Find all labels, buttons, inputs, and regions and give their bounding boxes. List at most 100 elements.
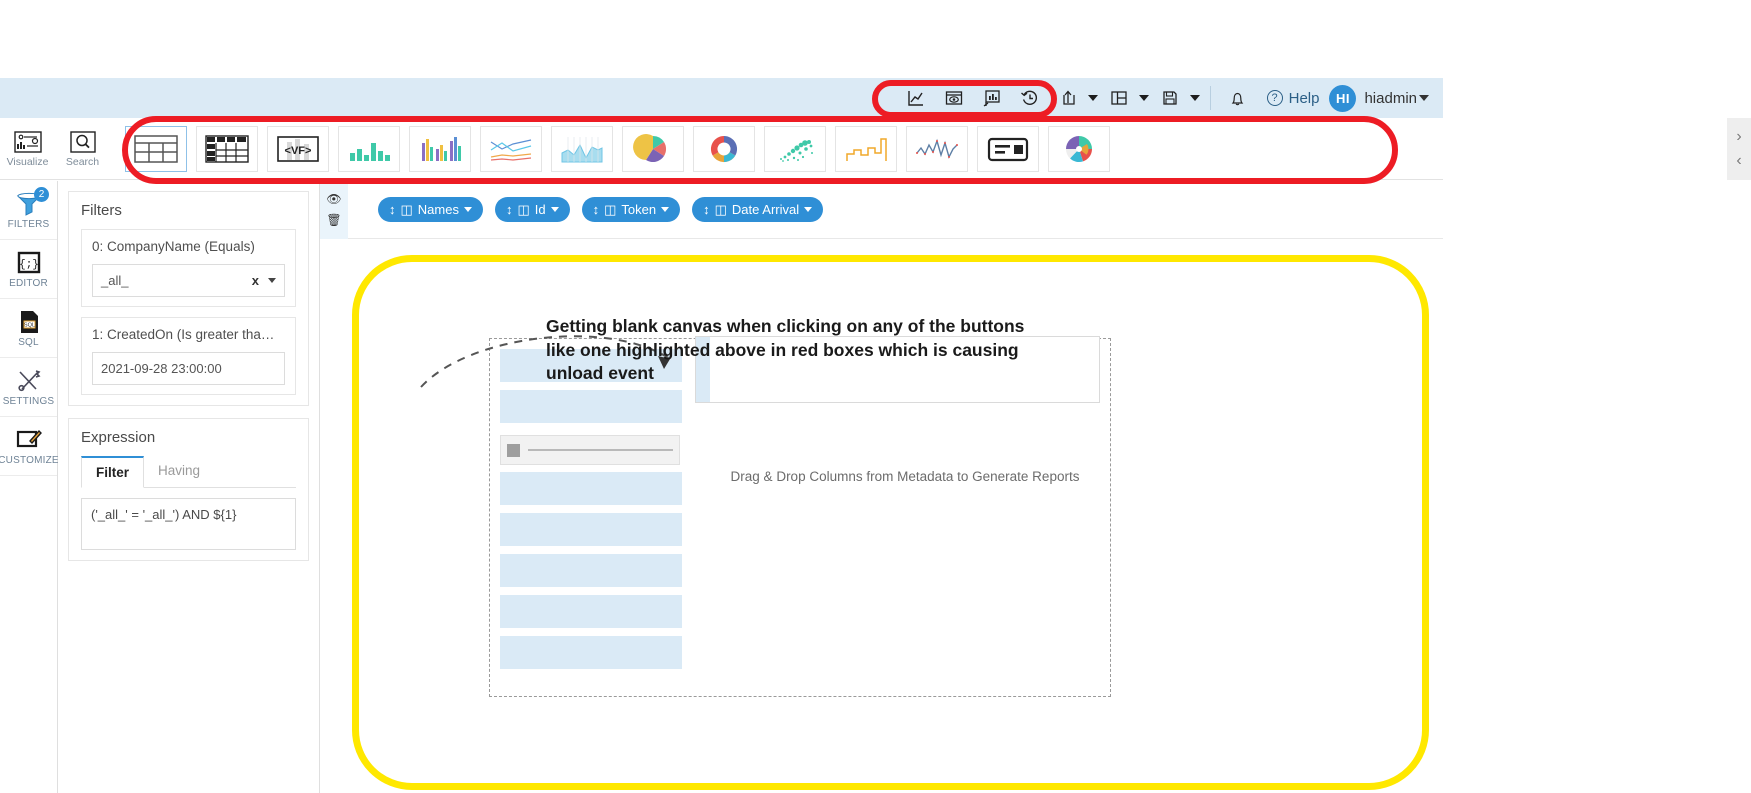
toolbar-tools-group [897, 78, 1049, 118]
sidebar-item-editor[interactable]: {;} EDITOR [0, 240, 57, 299]
user-name[interactable]: hiadmin [1364, 90, 1417, 107]
metadata-block[interactable] [500, 554, 682, 587]
filter-0-input[interactable]: _all_ x [92, 264, 285, 297]
chart-type-area-chart[interactable] [551, 125, 613, 172]
column-pill-id[interactable]: ↕ ◫ Id [494, 197, 570, 222]
chart-type-step-chart[interactable] [835, 125, 897, 172]
tab-having[interactable]: Having [144, 456, 214, 487]
chart-type-line-chart[interactable] [480, 125, 542, 172]
column-icon: ◫ [714, 201, 727, 217]
slider-track[interactable] [528, 449, 673, 451]
svg-text:<VF>: <VF> [285, 145, 312, 157]
chart-type-kpi-card-chart[interactable] [977, 125, 1039, 172]
chevron-left-icon[interactable]: ‹ [1736, 153, 1741, 169]
chart-type-vf-code-chart[interactable]: <VF> [267, 125, 329, 172]
hide-eye-icon[interactable]: 👁 [326, 192, 341, 206]
sort-updown-icon: ↕ [505, 202, 513, 217]
help-button[interactable]: ? Help [1257, 90, 1330, 107]
filter-0-clear-icon[interactable]: x [252, 273, 259, 288]
chevron-down-icon[interactable] [463, 207, 472, 212]
chart-type-list: <VF> [110, 125, 1110, 172]
tab-filter[interactable]: Filter [81, 456, 145, 488]
filters-panel: Filters 0: CompanyName (Equals) _all_ x … [58, 181, 320, 793]
presentation-chart-icon[interactable] [973, 81, 1011, 115]
notification-bell-icon[interactable] [1219, 81, 1257, 115]
help-question-icon: ? [1266, 90, 1283, 106]
filters-badge: 2 [34, 187, 49, 202]
save-icon[interactable] [1151, 81, 1189, 115]
annotation-note: Getting blank canvas when clicking on an… [546, 316, 1025, 384]
export-icon[interactable] [1049, 81, 1087, 115]
sidebar-item-filters[interactable]: 2 FILTERS [0, 181, 57, 240]
chevron-down-icon[interactable] [661, 207, 670, 212]
column-pill-date-arrival[interactable]: ↕ ◫ Date Arrival [692, 197, 824, 222]
svg-text:{;}: {;} [19, 259, 39, 271]
rail-item-search-label: Search [65, 155, 100, 168]
filter-1-input[interactable]: 2021-09-28 23:00:00 [92, 352, 285, 385]
metadata-block[interactable] [500, 595, 682, 628]
chart-type-strip: Visualize Search <VF> [0, 118, 1443, 180]
chart-type-pie-chart[interactable] [622, 125, 684, 172]
canvas-slider[interactable] [500, 435, 680, 465]
metadata-block[interactable] [500, 513, 682, 546]
chart-type-donut-chart[interactable] [693, 125, 755, 172]
metadata-block[interactable] [500, 636, 682, 669]
filters-card: Filters 0: CompanyName (Equals) _all_ x … [68, 191, 309, 406]
column-pill-names-label: Names [417, 202, 459, 217]
user-menu-caret-icon[interactable] [1419, 95, 1429, 101]
expression-input[interactable]: ('_all_' = '_all_') AND ${1} [81, 498, 296, 550]
chart-type-pivot-table-chart[interactable] [196, 125, 258, 172]
filter-1-value: 2021-09-28 23:00:00 [101, 361, 222, 376]
sort-updown-icon: ↕ [389, 202, 396, 217]
column-pill-names[interactable]: ↕ ◫ Names [378, 197, 483, 222]
rail-item-visualize-label: Visualize [6, 155, 49, 168]
sidebar-item-editor-label: EDITOR [9, 277, 48, 289]
sidebar-item-sql[interactable]: SQL SQL [0, 299, 57, 358]
chart-type-scatter-chart[interactable] [764, 125, 826, 172]
layout-caret-icon[interactable] [1138, 81, 1151, 115]
expression-tabs: Filter Having [81, 456, 296, 488]
chart-type-spline-chart[interactable] [906, 125, 968, 172]
delete-trash-icon[interactable]: 🗑 [326, 213, 341, 227]
layout-icon[interactable] [1100, 81, 1138, 115]
slider-knob[interactable] [507, 443, 520, 457]
app-root: ? Help HI hiadmin Visualize Search <VF> … [0, 0, 1751, 793]
sort-updown-icon: ↕ [592, 202, 600, 217]
filter-item-0: 0: CompanyName (Equals) _all_ x [81, 229, 296, 307]
toolbar-divider [1209, 86, 1211, 110]
left-icon-rail: 2 FILTERS {;} EDITOR SQL SQL SETTINGS CU… [0, 181, 59, 793]
column-pill-token-label: Token [621, 202, 657, 217]
filter-0-caret-icon[interactable] [268, 278, 276, 283]
chart-type-column-chart[interactable] [409, 125, 471, 172]
history-clock-icon[interactable] [1011, 81, 1049, 115]
chart-type-scroll-arrows: › ‹ [1727, 118, 1751, 180]
filter-1-label: 1: CreatedOn (Is greater tha… [92, 327, 275, 342]
rail-top-group: Visualize Search [0, 118, 110, 180]
preview-eye-icon[interactable] [935, 81, 973, 115]
avatar[interactable]: HI [1329, 84, 1357, 112]
chart-type-bar-chart[interactable] [338, 125, 400, 172]
chevron-down-icon[interactable] [804, 207, 813, 212]
filters-title: Filters [81, 202, 122, 219]
sidebar-item-customize[interactable]: CUSTOMIZE [0, 417, 59, 476]
chevron-down-icon[interactable] [550, 207, 559, 212]
metadata-block[interactable] [500, 472, 682, 505]
metadata-block[interactable] [500, 390, 682, 423]
sidebar-item-settings[interactable]: SETTINGS [0, 358, 57, 417]
report-canvas[interactable]: Drag & Drop Columns from Metadata to Gen… [320, 239, 1443, 793]
svg-text:SQL: SQL [23, 322, 34, 328]
save-caret-icon[interactable] [1189, 81, 1202, 115]
filter-item-1: 1: CreatedOn (Is greater tha… 2021-09-28… [81, 317, 296, 395]
chart-line-icon[interactable] [897, 81, 935, 115]
rail-item-visualize[interactable]: Visualize [0, 118, 55, 180]
column-icon: ◫ [517, 201, 530, 217]
export-caret-icon[interactable] [1087, 81, 1100, 115]
metadata-block-list [500, 349, 682, 677]
column-pill-token[interactable]: ↕ ◫ Token [581, 197, 681, 222]
column-pill-id-label: Id [534, 202, 546, 217]
chart-type-table-chart[interactable] [125, 125, 187, 172]
chart-type-sunburst-chart[interactable] [1048, 125, 1110, 172]
chevron-right-icon[interactable]: › [1736, 129, 1741, 145]
expression-title: Expression [81, 429, 156, 446]
rail-item-search[interactable]: Search [55, 118, 110, 180]
